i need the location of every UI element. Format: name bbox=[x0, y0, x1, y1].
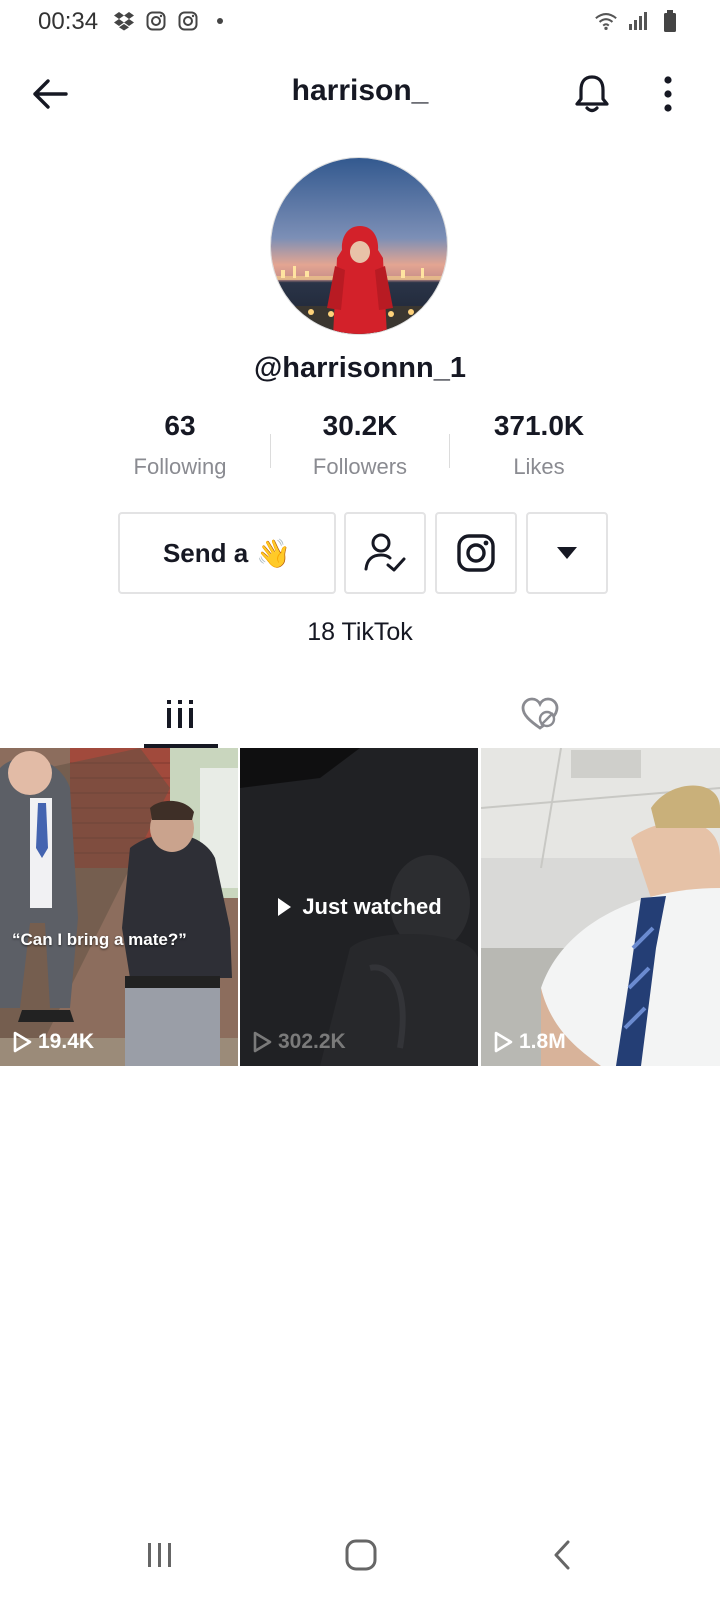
stat-label: Followers bbox=[312, 454, 408, 479]
send-wave-button[interactable]: Send a 👋 bbox=[118, 512, 336, 594]
dropbox-icon bbox=[112, 9, 136, 33]
notification-bell-button[interactable] bbox=[568, 70, 616, 118]
user-check-icon bbox=[364, 533, 406, 572]
video-view-count: 1.8M bbox=[493, 1030, 566, 1054]
more-vertical-icon bbox=[664, 76, 672, 112]
profile-header: harrison_ bbox=[0, 56, 720, 132]
stat-label: Following bbox=[133, 454, 227, 479]
view-count-text: 302.2K bbox=[278, 1030, 346, 1053]
view-count-text: 1.8M bbox=[519, 1030, 566, 1053]
status-bar: 00:34 bbox=[0, 0, 720, 44]
recent-apps-icon bbox=[148, 1543, 171, 1567]
signal-icon bbox=[626, 9, 650, 33]
more-options-button[interactable] bbox=[644, 70, 692, 118]
video-grid: “Can I bring a mate?” 19.4K Just watched… bbox=[0, 748, 720, 1066]
status-time: 00:34 bbox=[38, 8, 99, 35]
profile-username: @harrisonnn_1 bbox=[254, 352, 466, 384]
liked-hidden-icon bbox=[521, 697, 559, 730]
video-thumbnail bbox=[0, 748, 238, 1066]
play-icon bbox=[13, 1031, 32, 1053]
stat-followers[interactable]: 30.2K Followers bbox=[270, 410, 450, 480]
caret-down-icon bbox=[557, 547, 577, 559]
tab-videos[interactable] bbox=[0, 680, 360, 748]
instagram-link-button[interactable] bbox=[435, 512, 517, 594]
profile-stats: 63 Following 30.2K Followers 371.0K Like… bbox=[0, 410, 720, 490]
profile-tabs bbox=[0, 680, 720, 748]
play-icon bbox=[253, 1031, 272, 1053]
status-notification-icons bbox=[112, 9, 232, 33]
video-caption: “Can I bring a mate?” bbox=[12, 930, 187, 949]
wave-emoji-icon: 👋 bbox=[256, 537, 292, 569]
profile-bio: 18 TikTok bbox=[307, 618, 413, 646]
bell-icon bbox=[575, 75, 609, 113]
tab-liked[interactable] bbox=[360, 680, 720, 748]
system-navigation-bar bbox=[0, 1520, 720, 1590]
stat-value: 63 bbox=[164, 410, 196, 441]
just-watched-overlay: Just watched bbox=[240, 894, 478, 920]
following-status-button[interactable] bbox=[344, 512, 426, 594]
stat-value: 371.0K bbox=[493, 410, 585, 441]
view-count-text: 19.4K bbox=[38, 1030, 95, 1053]
battery-icon bbox=[658, 9, 682, 33]
recent-apps-button[interactable] bbox=[124, 1520, 196, 1590]
instagram-icon bbox=[176, 9, 200, 33]
videos-grid-icon bbox=[167, 700, 193, 728]
video-tile[interactable]: “Can I bring a mate?” 19.4K bbox=[0, 748, 238, 1066]
suggested-accounts-dropdown[interactable] bbox=[526, 512, 608, 594]
profile-actions: Send a 👋 bbox=[0, 512, 720, 594]
send-wave-label: Send a bbox=[162, 537, 249, 568]
video-thumbnail bbox=[481, 748, 720, 1066]
chevron-left-icon bbox=[554, 1540, 570, 1570]
home-button[interactable] bbox=[325, 1520, 397, 1590]
status-system-icons bbox=[594, 9, 682, 33]
stat-likes[interactable]: 371.0K Likes bbox=[449, 410, 629, 480]
instagram-icon bbox=[457, 534, 495, 572]
system-back-button[interactable] bbox=[526, 1520, 598, 1590]
just-watched-label: Just watched bbox=[302, 894, 442, 919]
dot-icon bbox=[208, 9, 232, 33]
play-icon bbox=[494, 1031, 513, 1053]
avatar-image bbox=[271, 158, 447, 334]
stat-value: 30.2K bbox=[322, 410, 398, 441]
avatar[interactable] bbox=[270, 157, 448, 335]
home-icon bbox=[345, 1539, 377, 1571]
wifi-icon bbox=[594, 9, 618, 33]
play-filled-icon bbox=[278, 898, 292, 916]
video-tile[interactable]: 1.8M bbox=[481, 748, 720, 1066]
instagram-icon bbox=[144, 9, 168, 33]
stat-label: Likes bbox=[513, 454, 565, 479]
video-view-count: 19.4K bbox=[12, 1030, 94, 1054]
stat-following[interactable]: 63 Following bbox=[90, 410, 270, 480]
video-tile[interactable]: Just watched 302.2K bbox=[240, 748, 478, 1066]
video-view-count: 302.2K bbox=[252, 1030, 346, 1054]
